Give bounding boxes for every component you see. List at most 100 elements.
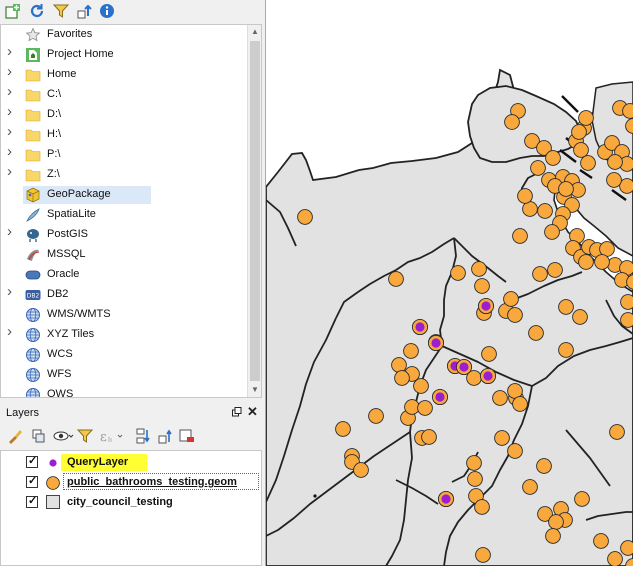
bathroom-point [544,224,560,240]
bathroom-point [507,443,523,459]
scrollbar-thumb[interactable] [250,41,260,381]
browser-item-label: Home [47,68,77,80]
bathroom-point [622,103,633,119]
bathroom-point [620,312,633,328]
layer-visibility-checkbox[interactable] [26,454,38,468]
bathroom-point [528,325,544,341]
bathroom-point [620,294,633,310]
bathroom-point [503,291,519,307]
browser-tree[interactable]: Favorites › Project Home › Home › C:\ › D:\ › H:\ ›… [0,24,262,398]
browser-item-favorites[interactable]: Favorites [1,25,247,45]
layer-row-city-council[interactable]: city_council_testing [1,493,261,513]
browser-item-label: P:\ [47,148,61,160]
expand-arrow-icon[interactable]: › [7,64,17,79]
filter-legend-icon[interactable] [76,427,94,445]
browser-item-c[interactable]: › C:\ [1,84,247,105]
browser-item-wfs[interactable]: WFS [1,365,247,385]
add-layer-icon[interactable] [4,2,22,20]
remove-layer-icon[interactable] [178,427,196,445]
float-panel-icon[interactable] [232,407,242,417]
browser-item-label: OWS [47,388,74,398]
map-canvas[interactable] [266,0,633,566]
browser-scrollbar[interactable]: ▲ ▼ [247,25,261,397]
browser-item-label: SpatiaLite [47,208,96,220]
browser-item-ows[interactable]: OWS [1,385,247,398]
query-point [483,371,493,381]
expand-arrow-icon[interactable]: › [7,104,17,119]
browser-item-wcs[interactable]: WCS [1,345,247,365]
svg-text:ε: ε [100,430,107,445]
scroll-up-icon[interactable]: ▲ [251,27,259,36]
expand-arrow-icon[interactable]: › [7,44,17,59]
bathroom-point [571,124,587,140]
layer-row-querylayer[interactable]: QueryLayer [1,453,261,473]
svg-text:lı: lı [108,436,112,444]
visibility-icon[interactable] [52,427,74,445]
bathroom-point [421,429,437,445]
browser-item-home[interactable]: › Home [1,64,247,85]
browser-item-d[interactable]: › D:\ [1,104,247,125]
browser-item-h[interactable]: › H:\ [1,124,247,145]
browser-item-z[interactable]: › Z:\ [1,164,247,185]
layer-name: city_council_testing [67,496,173,508]
add-group-icon[interactable] [30,427,48,445]
expand-arrow-icon[interactable]: › [7,284,17,299]
expand-arrow-icon[interactable]: › [7,324,17,339]
expand-arrow-icon[interactable]: › [7,224,17,239]
browser-toolbar [0,0,266,22]
layer-row-public-bathrooms[interactable]: public_bathrooms_testing.geom [1,473,261,493]
scroll-down-icon[interactable]: ▼ [251,385,259,394]
info-icon[interactable] [98,2,116,20]
style-icon[interactable] [6,427,24,445]
bathroom-point [547,262,563,278]
bathroom-point [474,278,490,294]
expand-all-icon[interactable] [134,427,152,445]
bathroom-point [532,266,548,282]
expand-arrow-icon[interactable]: › [7,144,17,159]
browser-item-postgis[interactable]: › PostGIS [1,224,247,245]
layer-name: QueryLayer [67,456,129,468]
layers-list[interactable]: QueryLayer public_bathrooms_testing.geom… [0,450,262,566]
expand-arrow-icon[interactable]: › [7,84,17,99]
layer-visibility-checkbox[interactable] [26,474,38,488]
close-panel-icon[interactable]: ✕ [247,404,258,420]
bathroom-point [572,309,588,325]
browser-item-p[interactable]: › P:\ [1,144,247,165]
collapse-all-icon[interactable] [76,2,94,20]
bathroom-point [530,160,546,176]
bathroom-point [607,154,623,170]
browser-item-spatialite[interactable]: SpatiaLite [1,205,247,225]
node-marker [313,494,317,498]
browser-item-geopackage[interactable]: GeoPackage [1,185,247,205]
folder-icon [25,147,41,163]
layer-visibility-checkbox[interactable] [26,494,38,508]
browser-item-project-home[interactable]: › Project Home [1,44,247,65]
filter-icon[interactable] [52,2,70,20]
layers-toolbar: ε lı [0,424,266,448]
bathroom-point [450,265,466,281]
star-icon [25,27,41,43]
browser-item-wms-wmts[interactable]: WMS/WMTS [1,305,247,325]
expand-arrow-icon[interactable]: › [7,124,17,139]
folder-icon [25,167,41,183]
refresh-icon[interactable] [28,2,46,20]
expand-arrow-icon[interactable]: › [7,164,17,179]
browser-item-xyz-tiles[interactable]: › XYZ Tiles [1,324,247,345]
bathroom-point [467,471,483,487]
browser-item-oracle[interactable]: Oracle [1,265,247,285]
query-point [431,338,441,348]
bathroom-point [558,342,574,358]
mssql-icon [25,247,41,263]
bathroom-point [297,209,313,225]
point-symbol-icon [49,459,57,467]
browser-item-label: Favorites [47,28,93,40]
browser-item-mssql[interactable]: MSSQL [1,245,247,265]
browser-item-db2[interactable]: › DB2 DB2 [1,284,247,305]
bathroom-point [620,540,633,556]
bathroom-point [391,357,407,373]
bathroom-point [593,533,609,549]
map-view[interactable] [266,0,633,566]
bathroom-point [353,462,369,478]
bathroom-point [558,181,574,197]
collapse-all-icon[interactable] [156,427,174,445]
